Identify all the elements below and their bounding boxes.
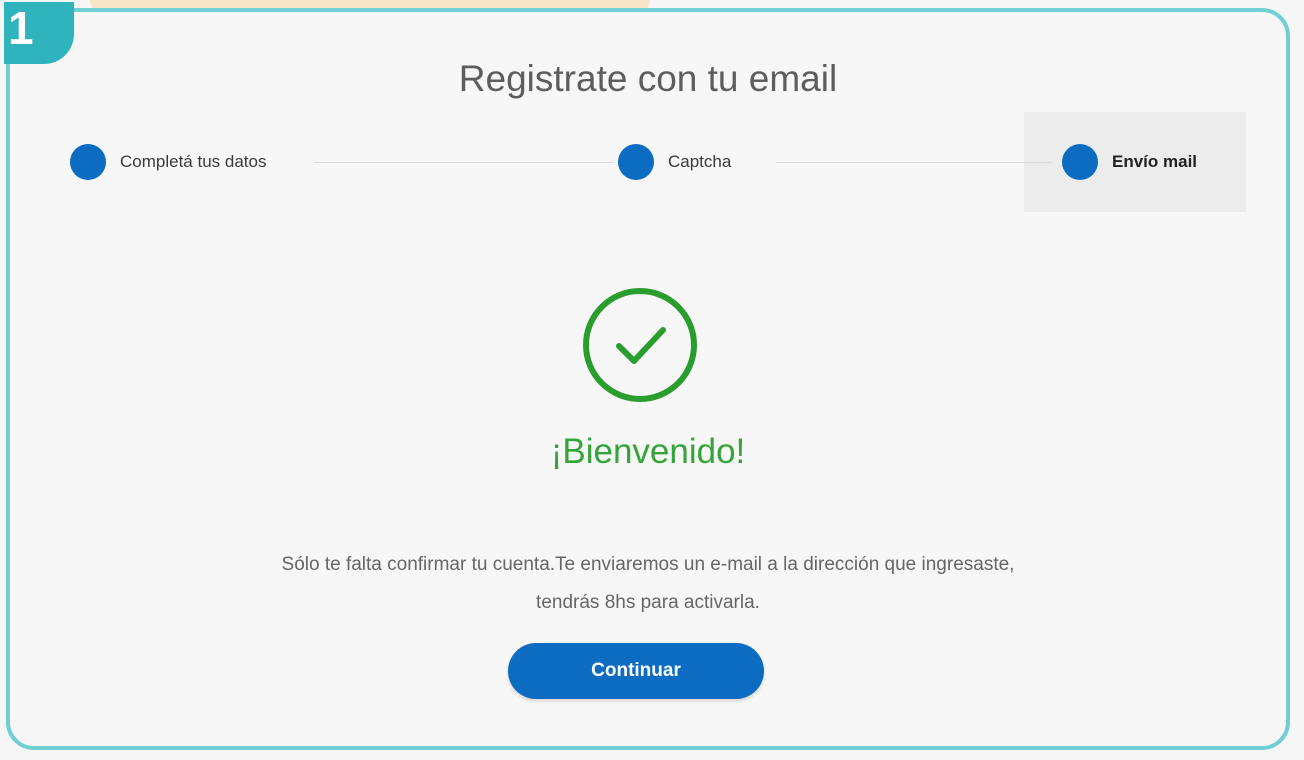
screen: 1 Registrate con tu email Completá tus d… [0,0,1304,760]
stepper-connector [314,162,614,163]
step-label: Completá tus datos [120,152,267,171]
welcome-heading: ¡Bienvenido! [550,432,746,471]
step-dot-icon [1062,144,1098,180]
stepper-connector [776,162,1052,163]
progress-stepper: Completá tus datos Captcha Envío mail [66,112,1246,212]
step-number-badge: 1 [4,2,74,64]
step-captcha: Captcha [618,144,731,180]
step-label: Envío mail [1112,152,1198,171]
confirmation-message: Sólo te falta confirmar tu cuenta.Te env… [10,546,1286,622]
step-envio-mail: Envío mail [1062,144,1197,180]
registration-card: 1 Registrate con tu email Completá tus d… [4,2,1290,750]
continue-button[interactable]: Continuar [508,643,764,699]
step-completa-datos: Completá tus datos [70,144,266,180]
step-label: Captcha [668,152,732,171]
check-circle-icon [581,286,699,404]
message-line: tendrás 8hs para activarla. [536,592,760,613]
step-dot-icon [70,144,106,180]
page-title: Registrate con tu email [458,58,838,99]
step-dot-icon [618,144,654,180]
message-line: Sólo te falta confirmar tu cuenta.Te env… [281,554,1015,575]
